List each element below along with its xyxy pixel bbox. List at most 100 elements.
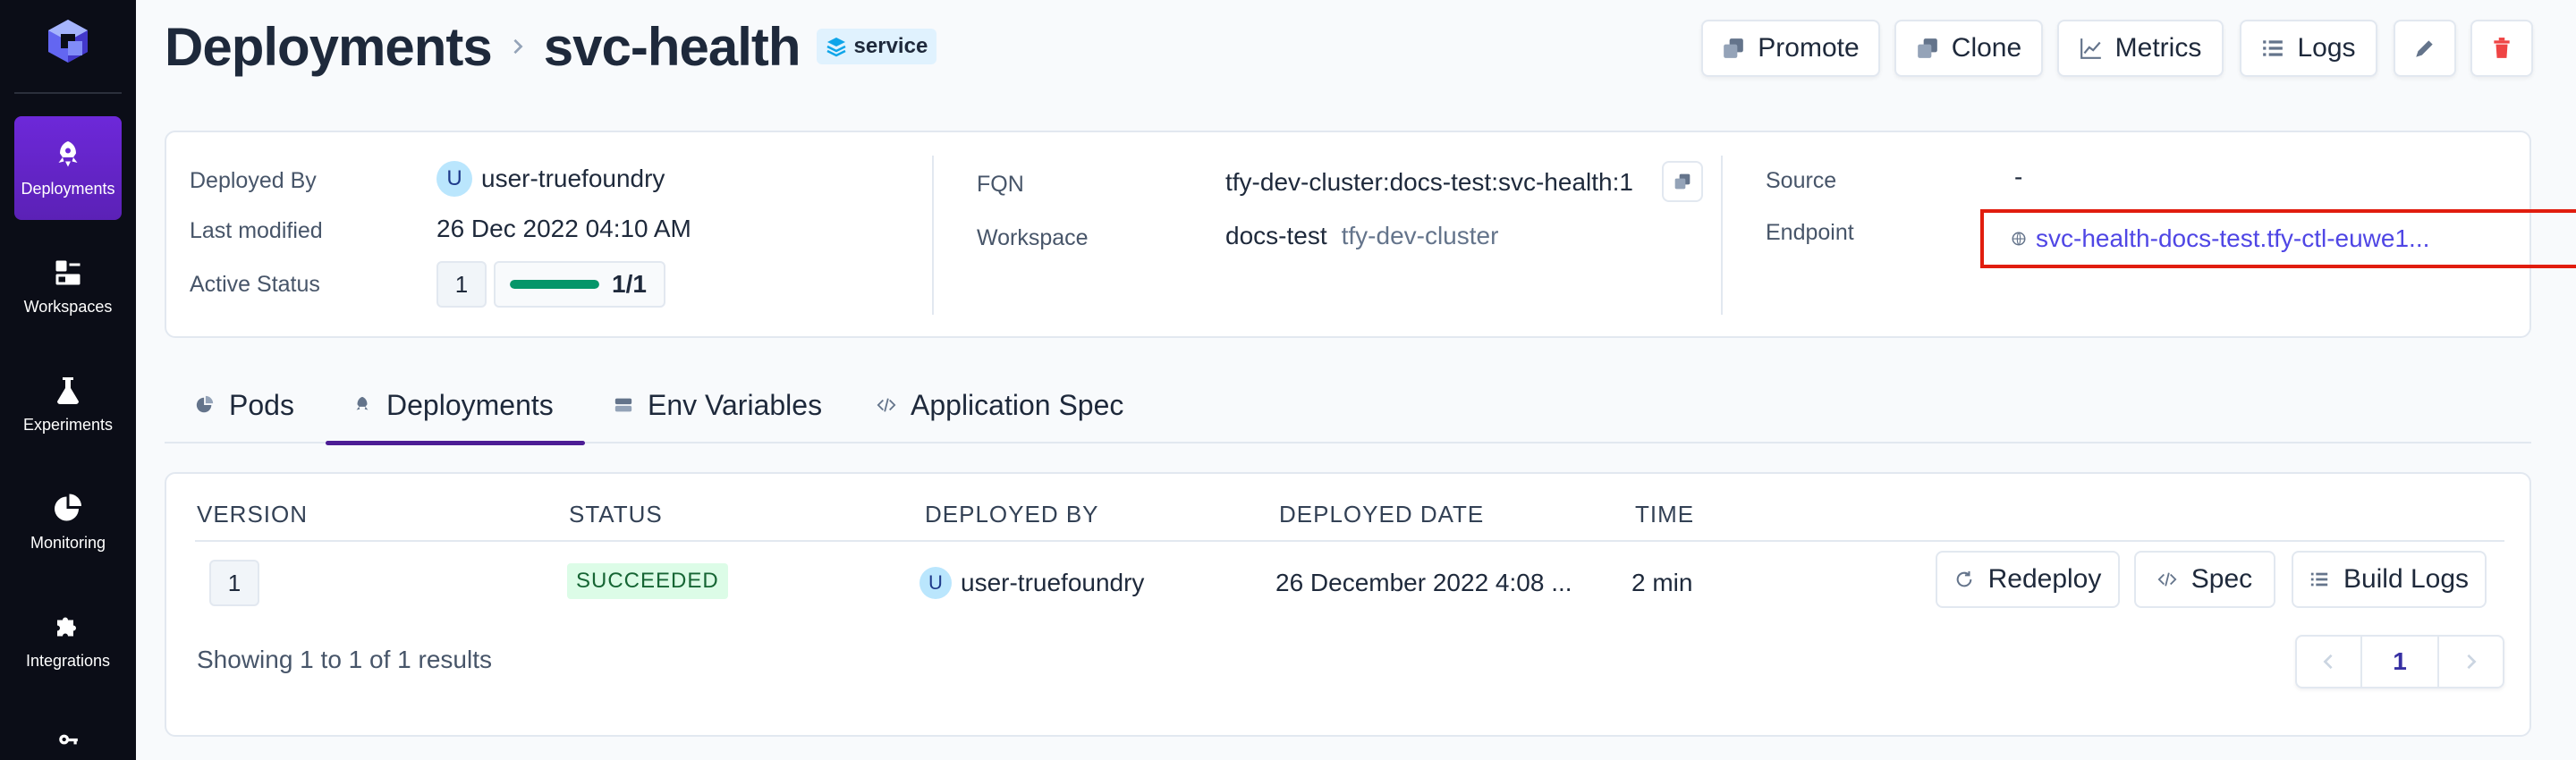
copy-fqn-button[interactable] bbox=[1662, 161, 1703, 202]
spec-button[interactable]: Spec bbox=[2134, 551, 2275, 608]
tab-env-variables[interactable]: Env Variables bbox=[614, 367, 822, 443]
sidebar-item-deployments[interactable]: Deployments bbox=[14, 116, 122, 220]
clone-label: Clone bbox=[1951, 33, 2022, 63]
sidebar-divider bbox=[14, 92, 122, 94]
line-chart-icon bbox=[2080, 38, 2101, 59]
avatar: U bbox=[436, 161, 472, 197]
logs-label: Logs bbox=[2297, 33, 2356, 63]
deployment-info-card: Deployed By U user-truefoundry Last modi… bbox=[165, 131, 2576, 338]
tab-application-spec[interactable]: Application Spec bbox=[877, 367, 1123, 443]
sidebar-item-workspaces[interactable]: Workspaces bbox=[14, 234, 122, 338]
divider bbox=[932, 156, 934, 315]
sidebar: Deployments Workspaces Experiments Monit… bbox=[0, 0, 136, 760]
list-icon bbox=[2310, 572, 2328, 587]
sidebar-item-label: Integrations bbox=[25, 651, 111, 670]
tab-bar: Pods Deployments Env Variables Applicati… bbox=[165, 367, 2531, 445]
fqn-label: FQN bbox=[977, 172, 1024, 197]
metrics-label: Metrics bbox=[2114, 33, 2202, 63]
puzzle-icon bbox=[57, 617, 76, 636]
tab-label: Env Variables bbox=[648, 388, 823, 421]
page-header: Deployments svc-health service bbox=[165, 13, 937, 80]
results-summary: Showing 1 to 1 of 1 results bbox=[197, 646, 492, 673]
endpoint-label: Endpoint bbox=[1766, 220, 1854, 245]
logs-button[interactable]: Logs bbox=[2240, 20, 2377, 77]
layers-icon bbox=[826, 38, 846, 57]
deployed-by-label: Deployed By bbox=[190, 168, 317, 193]
sidebar-item-monitoring[interactable]: Monitoring bbox=[14, 470, 122, 574]
sidebar-item-experiments[interactable]: Experiments bbox=[14, 352, 122, 456]
deployed-by-user: user-truefoundry bbox=[481, 165, 665, 192]
workspace-label: Workspace bbox=[977, 225, 1089, 250]
endpoint-url: svc-health-docs-test.tfy-ctl-euwe1... bbox=[2036, 224, 2430, 252]
server-icon bbox=[614, 398, 632, 412]
last-modified-value: 26 Dec 2022 04:10 AM bbox=[436, 215, 691, 242]
active-status-ratio: 1/1 bbox=[612, 270, 647, 298]
time-cell: 2 min bbox=[1631, 569, 1693, 596]
workspaces-icon bbox=[55, 260, 80, 284]
promote-label: Promote bbox=[1758, 33, 1860, 63]
rocket-icon bbox=[356, 396, 369, 410]
sidebar-item-label: Workspaces bbox=[23, 297, 113, 316]
metrics-button[interactable]: Metrics bbox=[2057, 20, 2224, 77]
endpoint-highlight: svc-health-docs-test.tfy-ctl-euwe1... bbox=[1980, 209, 2576, 268]
truefoundry-logo[interactable] bbox=[45, 18, 91, 64]
source-label: Source bbox=[1766, 168, 1837, 193]
deployed-by-value: U user-truefoundry bbox=[436, 161, 665, 197]
promote-button[interactable]: Promote bbox=[1701, 20, 1880, 77]
pagination: 1 bbox=[2295, 635, 2504, 688]
endpoint-link[interactable]: svc-health-docs-test.tfy-ctl-euwe1... bbox=[2011, 224, 2429, 253]
chevron-right-icon bbox=[513, 38, 523, 55]
globe-icon bbox=[2012, 232, 2026, 246]
sidebar-item-label: Experiments bbox=[22, 415, 114, 434]
spec-label: Spec bbox=[2190, 564, 2253, 594]
sidebar-item-key[interactable] bbox=[14, 706, 122, 760]
column-header: STATUS bbox=[569, 501, 663, 528]
next-page-button[interactable] bbox=[2437, 637, 2503, 687]
service-type-badge: service bbox=[816, 29, 937, 64]
pie-chart-icon bbox=[196, 395, 214, 413]
divider bbox=[1721, 156, 1723, 315]
sidebar-item-label: Monitoring bbox=[30, 533, 106, 552]
column-header: DEPLOYED BY bbox=[925, 501, 1099, 528]
workspace-value: docs-test tfy-dev-cluster bbox=[1225, 222, 1498, 250]
version-badge: 1 bbox=[209, 560, 259, 606]
redeploy-label: Redeploy bbox=[1987, 564, 2102, 594]
service-name: svc-health bbox=[543, 16, 801, 77]
tab-pods[interactable]: Pods bbox=[195, 367, 294, 443]
previous-page-button[interactable] bbox=[2297, 637, 2360, 687]
active-status-fill bbox=[510, 280, 599, 289]
build-logs-label: Build Logs bbox=[2343, 564, 2470, 594]
active-count: 1 bbox=[436, 261, 487, 308]
sidebar-item-integrations[interactable]: Integrations bbox=[14, 588, 122, 692]
tab-label: Application Spec bbox=[911, 388, 1124, 421]
chevron-left-icon bbox=[2323, 654, 2333, 670]
redeploy-button[interactable]: Redeploy bbox=[1936, 551, 2120, 608]
pie-chart-icon bbox=[55, 494, 81, 520]
list-icon bbox=[2263, 40, 2284, 56]
build-logs-button[interactable]: Build Logs bbox=[2292, 551, 2487, 608]
page-number-button[interactable]: 1 bbox=[2360, 637, 2438, 687]
cluster-link[interactable]: tfy-dev-cluster bbox=[1342, 222, 1499, 250]
delete-button[interactable] bbox=[2470, 20, 2533, 77]
tab-deployments[interactable]: Deployments bbox=[326, 367, 585, 445]
sidebar-item-label: Deployments bbox=[21, 179, 115, 198]
page-title[interactable]: Deployments bbox=[165, 16, 493, 78]
copy-icon bbox=[1724, 38, 1744, 58]
active-status-bar bbox=[510, 280, 599, 289]
edit-button[interactable] bbox=[2394, 20, 2456, 77]
tab-label: Deployments bbox=[386, 388, 554, 421]
deployed-by-user: user-truefoundry bbox=[961, 569, 1145, 596]
fqn-value: tfy-dev-cluster:docs-test:svc-health:1 bbox=[1225, 168, 1633, 196]
last-modified-label: Last modified bbox=[190, 218, 323, 243]
flask-icon bbox=[57, 376, 79, 404]
column-header: TIME bbox=[1635, 501, 1695, 528]
workspace-name[interactable]: docs-test bbox=[1225, 222, 1327, 250]
trash-icon bbox=[2494, 38, 2510, 58]
clone-button[interactable]: Clone bbox=[1894, 20, 2043, 77]
service-type-label: service bbox=[853, 34, 928, 58]
deployed-date-cell: 26 December 2022 4:08 ... bbox=[1275, 569, 1572, 596]
deployed-by-cell: U user-truefoundry bbox=[919, 560, 1144, 606]
code-icon bbox=[2157, 572, 2177, 587]
copy-icon bbox=[1674, 173, 1690, 190]
active-status-label: Active Status bbox=[190, 272, 320, 297]
